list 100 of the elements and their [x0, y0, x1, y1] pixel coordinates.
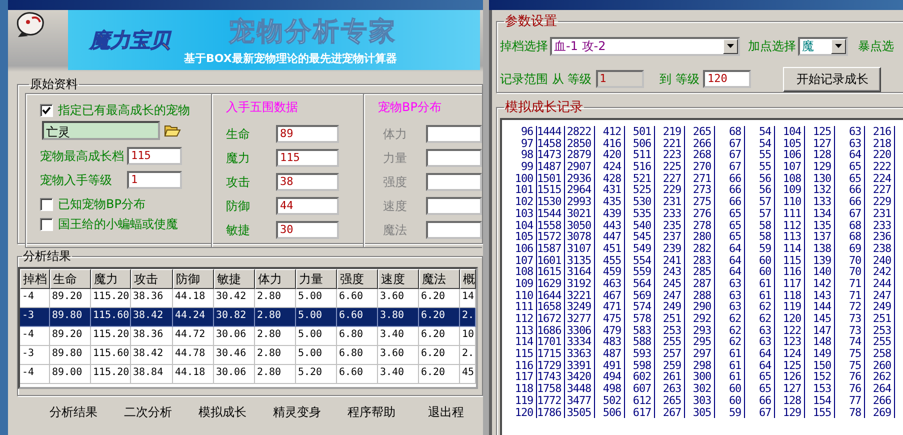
column-header[interactable]: 概: [460, 269, 476, 289]
list-cell: 64: [715, 266, 745, 278]
list-cell: 516: [625, 161, 655, 173]
list-cell: 113: [775, 231, 805, 243]
list-cell: 73: [835, 313, 865, 325]
list-cell: 471: [595, 301, 625, 313]
column-header[interactable]: 体力: [255, 269, 296, 289]
stat-field[interactable]: 115: [276, 149, 339, 167]
list-cell: 61: [715, 360, 745, 372]
list-cell: 502: [595, 394, 625, 406]
stat-field[interactable]: 38: [276, 173, 339, 191]
stat-field[interactable]: 30: [276, 221, 339, 239]
bp-field[interactable]: [426, 173, 482, 191]
list-cell: 58: [745, 231, 775, 243]
list-cell: 258: [865, 348, 895, 360]
table-row[interactable]: -3 89.80 115.60 38.42 44.24 30.82 2.80 5.00 6.60 3.80 6.20 2.: [20, 308, 476, 327]
menu-button[interactable]: 精灵变身: [260, 401, 334, 424]
list-cell: 249: [865, 301, 895, 313]
list-cell: 602: [625, 371, 655, 384]
list-cell: 287: [685, 278, 715, 290]
column-header[interactable]: 魔力: [91, 269, 131, 289]
field-label: 生命: [226, 126, 251, 142]
checkbox[interactable]: [40, 218, 53, 230]
list-cell: 66: [715, 184, 745, 196]
list-cell: 110: [502, 290, 537, 302]
column-header[interactable]: 魔法: [419, 269, 460, 289]
column-header[interactable]: 力量: [296, 269, 337, 289]
bp-field[interactable]: [426, 197, 482, 215]
list-cell: 71: [835, 278, 865, 290]
pet-name-field[interactable]: 亡灵: [42, 121, 160, 140]
list-cell: 1515: [537, 184, 565, 196]
list-cell: 62: [715, 324, 745, 336]
table-cell: 38.42: [131, 346, 173, 365]
list-cell: 2907: [565, 161, 595, 173]
list-cell: 154: [805, 394, 835, 406]
column-header[interactable]: 敏捷: [214, 269, 255, 289]
column-header[interactable]: 掉档: [20, 269, 50, 289]
folder-icon[interactable]: [164, 124, 181, 138]
list-cell: 3135: [565, 254, 595, 266]
list-cell: 2993: [565, 196, 595, 208]
list-cell: 120: [502, 406, 537, 418]
menu-button[interactable]: 退出程: [408, 401, 483, 424]
stat-field[interactable]: 44: [276, 197, 339, 215]
list-cell: 233: [655, 208, 685, 220]
list-cell: 270: [685, 161, 715, 173]
list-cell: 111: [502, 301, 537, 313]
list-cell: 506: [625, 138, 655, 150]
table-row[interactable]: -4 89.20 115.20 38.36 44.72 30.06 2.80 5.00 6.80 3.40 6.20 10: [20, 327, 476, 346]
table-cell: 115.20: [91, 365, 131, 384]
table-row[interactable]: -4 89.00 115.20 38.84 44.18 30.06 2.80 5.20 6.60 3.40 6.20 45: [20, 365, 476, 384]
bp-field[interactable]: [426, 221, 482, 239]
list-cell: 222: [865, 161, 895, 173]
column-header[interactable]: 生命: [50, 269, 91, 289]
list-cell: 97: [502, 138, 537, 150]
dropdown-arrow-icon: [835, 44, 842, 48]
list-cell: 540: [625, 220, 655, 232]
list-cell: 243: [655, 266, 685, 278]
list-cell: 439: [595, 208, 625, 220]
max-growth-field[interactable]: 115: [127, 147, 182, 165]
start-record-button[interactable]: 开始记录成长: [783, 66, 882, 92]
list-cell: 251: [865, 313, 895, 325]
list-cell: 467: [595, 290, 625, 302]
table-cell: 6.80: [337, 346, 378, 365]
list-cell: 66: [835, 196, 865, 208]
list-cell: 64: [715, 254, 745, 266]
drop-select-dropdown[interactable]: 血-1 攻-2: [550, 36, 740, 56]
list-cell: 283: [685, 254, 715, 266]
list-cell: 132: [805, 184, 835, 196]
bp-field[interactable]: [426, 149, 482, 167]
list-cell: 65: [715, 231, 745, 243]
list-cell: 1487: [537, 161, 565, 173]
menu-button[interactable]: 模拟成长: [185, 401, 260, 424]
list-cell: 118: [775, 290, 805, 302]
list-cell: 100: [502, 172, 537, 184]
list-cell: 98: [502, 149, 537, 162]
bp-field[interactable]: [426, 125, 482, 143]
menu-button[interactable]: 程序帮助: [334, 401, 408, 424]
list-cell: 412: [595, 126, 625, 138]
table-row[interactable]: -3 89.80 115.60 38.42 44.78 30.46 2.80 5.00 6.80 3.60 6.20 2.: [20, 346, 476, 365]
start-level-field[interactable]: 1: [127, 171, 182, 189]
list-cell: 1644: [537, 290, 565, 302]
menu-button[interactable]: 分析结果: [36, 401, 110, 424]
list-cell: 114: [775, 242, 805, 255]
column-header[interactable]: 强度: [337, 269, 378, 289]
column-header[interactable]: 攻击: [131, 269, 173, 289]
list-cell: 3448: [565, 383, 595, 395]
list-cell: 1701: [537, 336, 565, 348]
checkbox[interactable]: [40, 104, 53, 116]
list-cell: 285: [685, 266, 715, 278]
table-cell: 2.: [460, 346, 476, 365]
column-header[interactable]: 防御: [173, 269, 214, 289]
checkbox[interactable]: [40, 198, 53, 210]
point-select-dropdown[interactable]: 魔: [798, 36, 848, 56]
list-cell: 118: [502, 383, 537, 395]
stat-field[interactable]: 89: [276, 125, 339, 143]
to-level-field[interactable]: 120: [703, 70, 752, 88]
column-header[interactable]: 速度: [378, 269, 419, 289]
list-cell: 451: [595, 242, 625, 255]
list-cell: 2936: [565, 172, 595, 184]
menu-button[interactable]: 二次分析: [110, 401, 185, 424]
